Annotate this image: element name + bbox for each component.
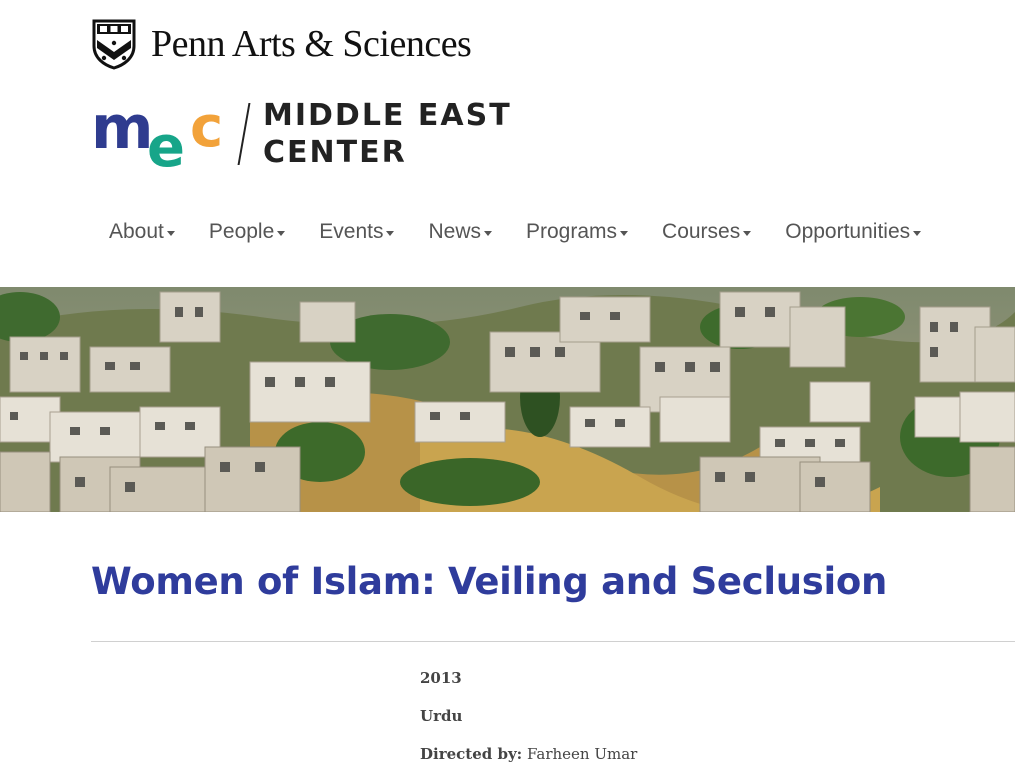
nav-opportunities-label: Opportunities (785, 220, 911, 243)
middle-east-center-logo[interactable]: m e c MIDDLE EAST CENTER (91, 93, 512, 176)
nav-people-label: People (208, 220, 275, 243)
center-name: MIDDLE EAST CENTER (263, 97, 512, 171)
nav-about-label: About (109, 220, 164, 243)
caret-down-icon (386, 231, 395, 236)
mec-logo-mark: m e c (91, 93, 231, 176)
director-name: Farheen Umar (527, 745, 638, 763)
page-title: Women of Islam: Veiling and Seclusion (91, 560, 888, 603)
nav-people[interactable]: People (208, 220, 286, 244)
caret-down-icon (166, 231, 175, 236)
caret-down-icon (743, 231, 752, 236)
directed-by-label: Directed by: (420, 745, 523, 763)
film-language: Urdu (420, 707, 463, 725)
caret-down-icon (913, 231, 922, 236)
nav-news-label: News (428, 220, 481, 243)
mec-logo-m: m (91, 93, 154, 163)
penn-shield-icon (92, 19, 136, 70)
nav-courses-label: Courses (662, 220, 741, 243)
film-director: Directed by: Farheen Umar (420, 745, 637, 763)
caret-down-icon (484, 231, 492, 236)
nav-courses[interactable]: Courses (662, 220, 752, 244)
center-name-line1: MIDDLE EAST (263, 98, 512, 133)
penn-arts-sciences-logo[interactable]: Penn Arts & Sciences (91, 18, 472, 70)
nav-about[interactable]: About (109, 220, 175, 244)
center-name-line2: CENTER (263, 135, 407, 170)
mec-logo-c: c (190, 95, 223, 160)
nav-events[interactable]: Events (319, 220, 395, 244)
penn-arts-sciences-wordmark: Penn Arts & Sciences (151, 23, 472, 65)
mec-logo-e: e (147, 115, 185, 180)
main-nav: About People Events News Programs Course… (109, 220, 922, 244)
nav-opportunities[interactable]: Opportunities (785, 220, 922, 244)
nav-events-label: Events (319, 220, 384, 243)
hillside-city-illustration (0, 287, 1015, 512)
nav-programs[interactable]: Programs (526, 220, 629, 244)
caret-down-icon (620, 231, 629, 236)
film-year: 2013 (420, 669, 462, 687)
logo-divider (237, 103, 251, 165)
title-divider (91, 641, 1015, 642)
caret-down-icon (277, 231, 286, 236)
nav-news[interactable]: News (428, 220, 492, 244)
nav-programs-label: Programs (526, 220, 618, 243)
hero-banner-image (0, 287, 1015, 512)
